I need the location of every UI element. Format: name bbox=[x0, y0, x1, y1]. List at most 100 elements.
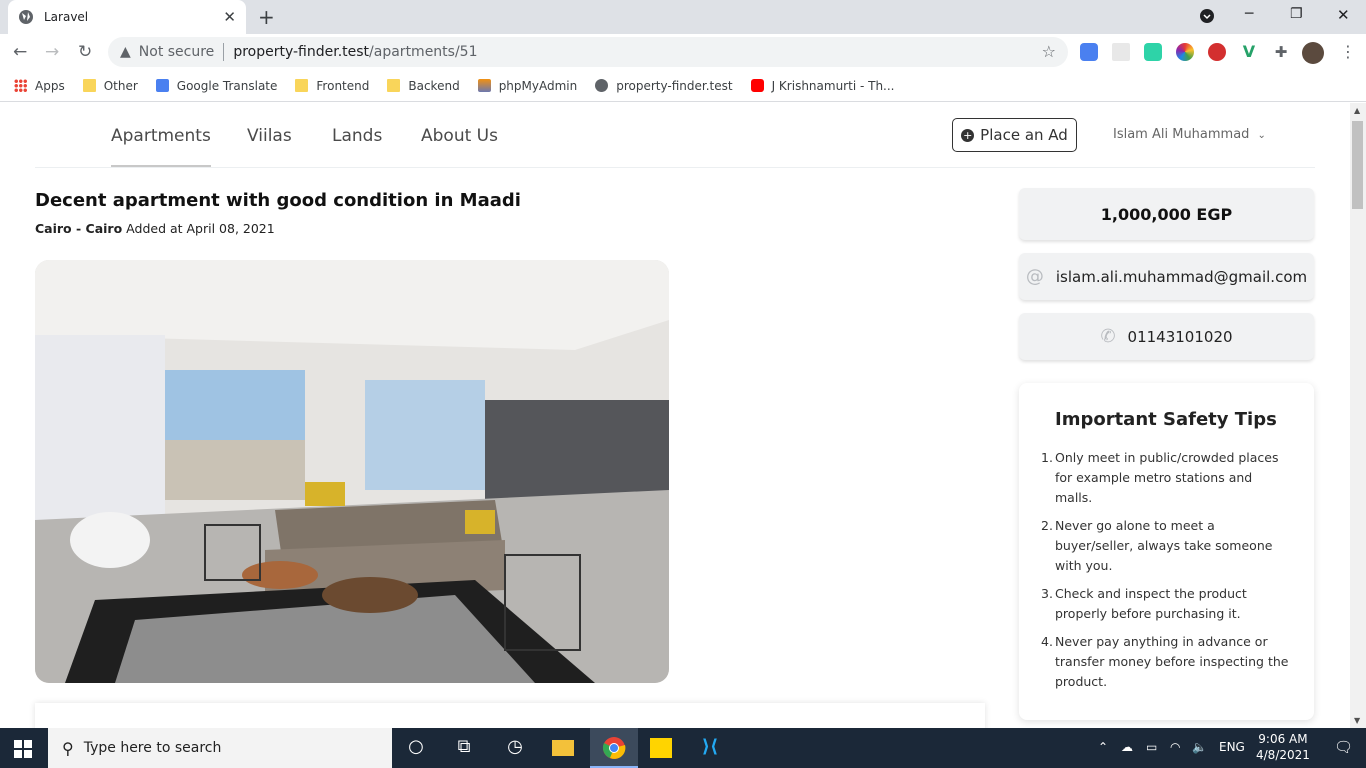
phone-box[interactable]: ✆ 01143101020 bbox=[1019, 313, 1314, 360]
search-icon: ⚲ bbox=[62, 738, 74, 758]
close-window-button[interactable]: ✕ bbox=[1337, 6, 1350, 24]
plus-circle-icon: + bbox=[961, 128, 975, 142]
description-card bbox=[35, 703, 985, 728]
clock-app-icon[interactable]: ◷ bbox=[503, 736, 527, 760]
opera-extension-icon[interactable] bbox=[1208, 43, 1226, 61]
bookmark-label: Google Translate bbox=[176, 78, 278, 93]
price-box: 1,000,000 EGP bbox=[1019, 188, 1314, 240]
browser-tab[interactable]: Laravel ✕ bbox=[8, 0, 246, 34]
phone-icon: ✆ bbox=[1100, 326, 1116, 347]
cortana-icon[interactable]: ○ bbox=[404, 736, 428, 760]
taskbar-search-box[interactable]: ⚲ Type here to search bbox=[48, 728, 392, 768]
forward-arrow-icon[interactable]: → bbox=[45, 42, 59, 62]
place-ad-label: Place an Ad bbox=[980, 126, 1068, 144]
bookmark-frontend[interactable]: Frontend bbox=[295, 79, 369, 93]
windows-start-icon[interactable] bbox=[14, 740, 32, 758]
warning-icon[interactable]: ▲ bbox=[120, 44, 131, 60]
place-ad-button[interactable]: + Place an Ad bbox=[952, 118, 1077, 152]
bookmark-backend[interactable]: Backend bbox=[387, 79, 460, 93]
safety-tips-card: Important Safety Tips 1. Only meet in pub… bbox=[1019, 383, 1314, 720]
notification-center-icon[interactable]: 🗨 bbox=[1334, 738, 1353, 756]
chevron-down-icon: ⌄ bbox=[1257, 130, 1266, 141]
nav-about-us[interactable]: About Us bbox=[421, 126, 498, 146]
n-extension-icon[interactable] bbox=[1144, 43, 1162, 61]
safety-tip: 4. Never pay anything in advance or trans… bbox=[1041, 634, 1289, 689]
wifi-icon[interactable]: ◠ bbox=[1170, 740, 1180, 754]
apps-grid-icon bbox=[14, 79, 27, 92]
contact-phone[interactable]: 01143101020 bbox=[1128, 328, 1233, 346]
back-arrow-icon[interactable]: ← bbox=[13, 42, 27, 62]
task-view-icon[interactable]: ⧉ bbox=[452, 736, 476, 760]
chrome-taskbar-button[interactable] bbox=[590, 728, 638, 768]
at-sign-icon: @ bbox=[1025, 266, 1044, 287]
color-extension-icon[interactable] bbox=[1176, 43, 1194, 61]
show-hidden-icons-icon[interactable]: ⌃ bbox=[1098, 740, 1108, 754]
bookmark-google-translate[interactable]: Google Translate bbox=[155, 78, 278, 93]
email-box[interactable]: @ islam.ali.muhammad@gmail.com bbox=[1019, 253, 1314, 300]
address-bar[interactable]: ▲ Not secure property-finder.test/apartm… bbox=[108, 37, 1068, 67]
listing-added-date: Added at April 08, 2021 bbox=[126, 221, 275, 236]
scrollbar-thumb[interactable] bbox=[1352, 121, 1363, 209]
bookmark-label: Frontend bbox=[316, 78, 370, 93]
bookmark-other[interactable]: Other bbox=[82, 78, 138, 93]
bookmark-label: Apps bbox=[35, 78, 65, 93]
nav-apartments[interactable]: Apartments bbox=[111, 126, 211, 146]
clock-time: 9:06 AM bbox=[1258, 732, 1308, 746]
more-menu-icon[interactable]: ⋮ bbox=[1340, 42, 1356, 61]
bookmark-star-icon[interactable]: ☆ bbox=[1042, 42, 1056, 61]
site-nav: Apartments Viilas Lands About Us + Place… bbox=[35, 103, 1315, 168]
scroll-down-icon[interactable]: ▼ bbox=[1354, 716, 1360, 725]
onedrive-icon[interactable]: ☁ bbox=[1121, 740, 1133, 754]
nav-active-indicator bbox=[111, 165, 211, 167]
profile-avatar[interactable] bbox=[1302, 42, 1324, 64]
safety-tips-list: 1. Only meet in public/crowded places for… bbox=[1041, 448, 1290, 692]
taskbar-search-placeholder: Type here to search bbox=[83, 740, 222, 756]
puzzle-extension-icon[interactable]: ✚ bbox=[1272, 43, 1290, 61]
url-path: /apartments/51 bbox=[369, 44, 478, 60]
sticky-notes-icon[interactable] bbox=[650, 738, 672, 758]
nav-villas[interactable]: Viilas bbox=[247, 126, 292, 146]
scroll-up-icon[interactable]: ▲ bbox=[1354, 106, 1360, 115]
listing-photo[interactable] bbox=[35, 260, 669, 683]
file-explorer-icon[interactable] bbox=[552, 740, 574, 756]
bookmark-label: J Krishnamurti - Th... bbox=[771, 78, 895, 93]
reload-icon[interactable]: ↻ bbox=[78, 42, 92, 62]
listing-title: Decent apartment with good condition in … bbox=[35, 190, 521, 211]
price-value: 1,000,000 EGP bbox=[1100, 204, 1233, 224]
not-secure-label[interactable]: Not secure bbox=[139, 44, 215, 60]
vscode-icon[interactable]: ⟩⟨ bbox=[698, 736, 722, 760]
profile-menu-icon[interactable] bbox=[1199, 8, 1215, 28]
bookmark-property-finder[interactable]: property-finder.test bbox=[595, 79, 733, 93]
vue-extension-icon[interactable]: V bbox=[1240, 43, 1258, 61]
user-dropdown[interactable]: Islam Ali Muhammad ⌄ bbox=[1113, 127, 1266, 142]
nav-lands[interactable]: Lands bbox=[332, 126, 382, 146]
browser-toolbar: ← → ↻ ▲ Not secure property-finder.test /… bbox=[0, 34, 1366, 70]
windows-taskbar: ⚲ Type here to search ○ ⧉ ◷ ⟩⟨ ⌃ ☁ ▭ ◠ 🔈… bbox=[0, 728, 1366, 768]
new-tab-button[interactable]: + bbox=[258, 5, 275, 29]
system-clock[interactable]: 9:06 AM 4/8/2021 bbox=[1256, 731, 1310, 763]
bookmark-phpmyadmin[interactable]: phpMyAdmin bbox=[477, 79, 577, 93]
contact-email[interactable]: islam.ali.muhammad@gmail.com bbox=[1056, 268, 1307, 286]
tab-title: Laravel bbox=[44, 10, 89, 24]
megaphone-extension-icon[interactable] bbox=[1112, 43, 1130, 61]
safety-tip: 2. Never go alone to meet a buyer/seller,… bbox=[1041, 518, 1273, 573]
address-divider bbox=[223, 43, 225, 61]
translate-extension-icon[interactable] bbox=[1080, 43, 1098, 61]
browser-tab-strip: Laravel ✕ + ─ ❐ ✕ bbox=[0, 0, 1366, 34]
battery-icon[interactable]: ▭ bbox=[1146, 740, 1157, 754]
volume-icon[interactable]: 🔈 bbox=[1192, 740, 1207, 754]
clock-date: 4/8/2021 bbox=[1256, 748, 1310, 762]
close-tab-icon[interactable]: ✕ bbox=[223, 8, 236, 26]
youtube-icon bbox=[750, 79, 764, 92]
language-indicator[interactable]: ENG bbox=[1219, 740, 1245, 754]
page-scrollbar[interactable]: ▲ ▼ bbox=[1350, 103, 1366, 728]
bookmark-krishnamurti[interactable]: J Krishnamurti - Th... bbox=[750, 78, 895, 93]
folder-icon bbox=[387, 79, 401, 92]
safety-tip: 3. Check and inspect the product properly… bbox=[1041, 586, 1247, 621]
google-translate-icon bbox=[155, 79, 169, 92]
bookmark-apps[interactable]: Apps bbox=[14, 79, 65, 93]
globe-icon bbox=[595, 79, 609, 92]
minimize-button[interactable]: ─ bbox=[1245, 6, 1253, 22]
maximize-button[interactable]: ❐ bbox=[1290, 6, 1303, 22]
bookmark-label: Other bbox=[103, 78, 138, 93]
